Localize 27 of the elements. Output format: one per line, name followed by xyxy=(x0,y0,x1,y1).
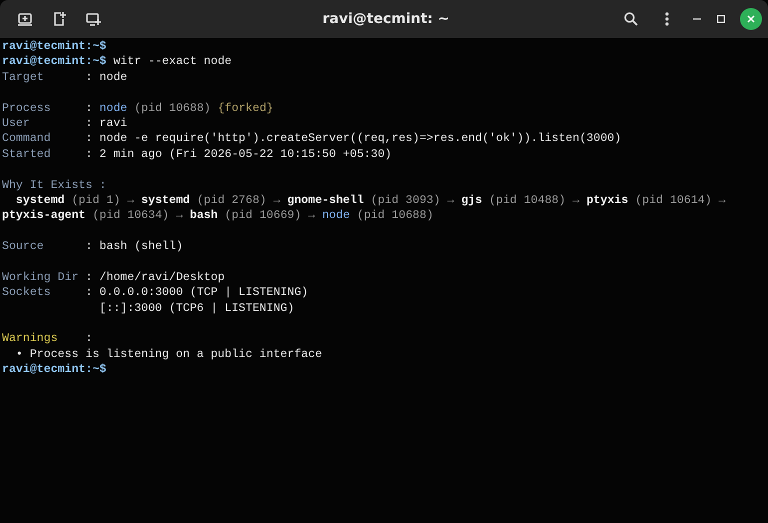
terminal-line: Source : bash (shell) xyxy=(2,239,183,254)
screen-plus-icon xyxy=(86,12,100,26)
search-icon xyxy=(624,12,638,26)
document-plus-icon xyxy=(52,12,66,26)
terminal-line: Started : 2 min ago (Fri 2026-05-22 10:15:50 +05:30) xyxy=(2,146,392,162)
close-icon xyxy=(746,15,755,23)
terminal-line: ravi@tecmint:~$ xyxy=(2,39,106,54)
terminal-line: Process : node (pid 10688) {forked} xyxy=(2,100,274,116)
terminal-line: Sockets : 0.0.0.0:3000 (TCP | LISTENING) xyxy=(2,285,308,301)
close-button[interactable] xyxy=(740,8,762,30)
terminal-line: Why It Exists : xyxy=(2,178,106,193)
terminal-line: Target : node xyxy=(2,70,128,86)
tab-plus-icon xyxy=(18,12,32,26)
terminal-line: • Process is listening on a public interface xyxy=(14,346,322,362)
terminal-line: ravi@tecmint:~$ witr --exact node xyxy=(2,54,232,70)
terminal-line: Command : node -e require('http').createServer((req,res)=>res.end('ok')).listen(3000) xyxy=(2,131,622,147)
kebab-menu-icon xyxy=(664,12,669,26)
minimize-icon xyxy=(692,18,701,20)
terminal-line: systemd (pid 1) → systemd (pid 2768) → gnome-shell (pid 3093) → gjs (pid 10488) → ptyxis (pid 10614) → xyxy=(14,192,726,208)
terminal-line: Working Dir : /home/ravi/Desktop xyxy=(2,270,225,286)
terminal-line: [::]:3000 (TCP6 | LISTENING) xyxy=(98,300,294,316)
maximize-icon xyxy=(716,15,725,23)
terminal-line: User : ravi xyxy=(2,116,128,132)
terminal-line: ravi@tecmint:~$ xyxy=(2,362,106,378)
window-title: ravi@tecmint: ~ xyxy=(322,11,450,27)
terminal-line: ptyxis-agent (pid 10634) → bash (pid 10669) → node (pid 10688) xyxy=(2,208,434,224)
terminal-line: Warnings : xyxy=(2,331,92,347)
